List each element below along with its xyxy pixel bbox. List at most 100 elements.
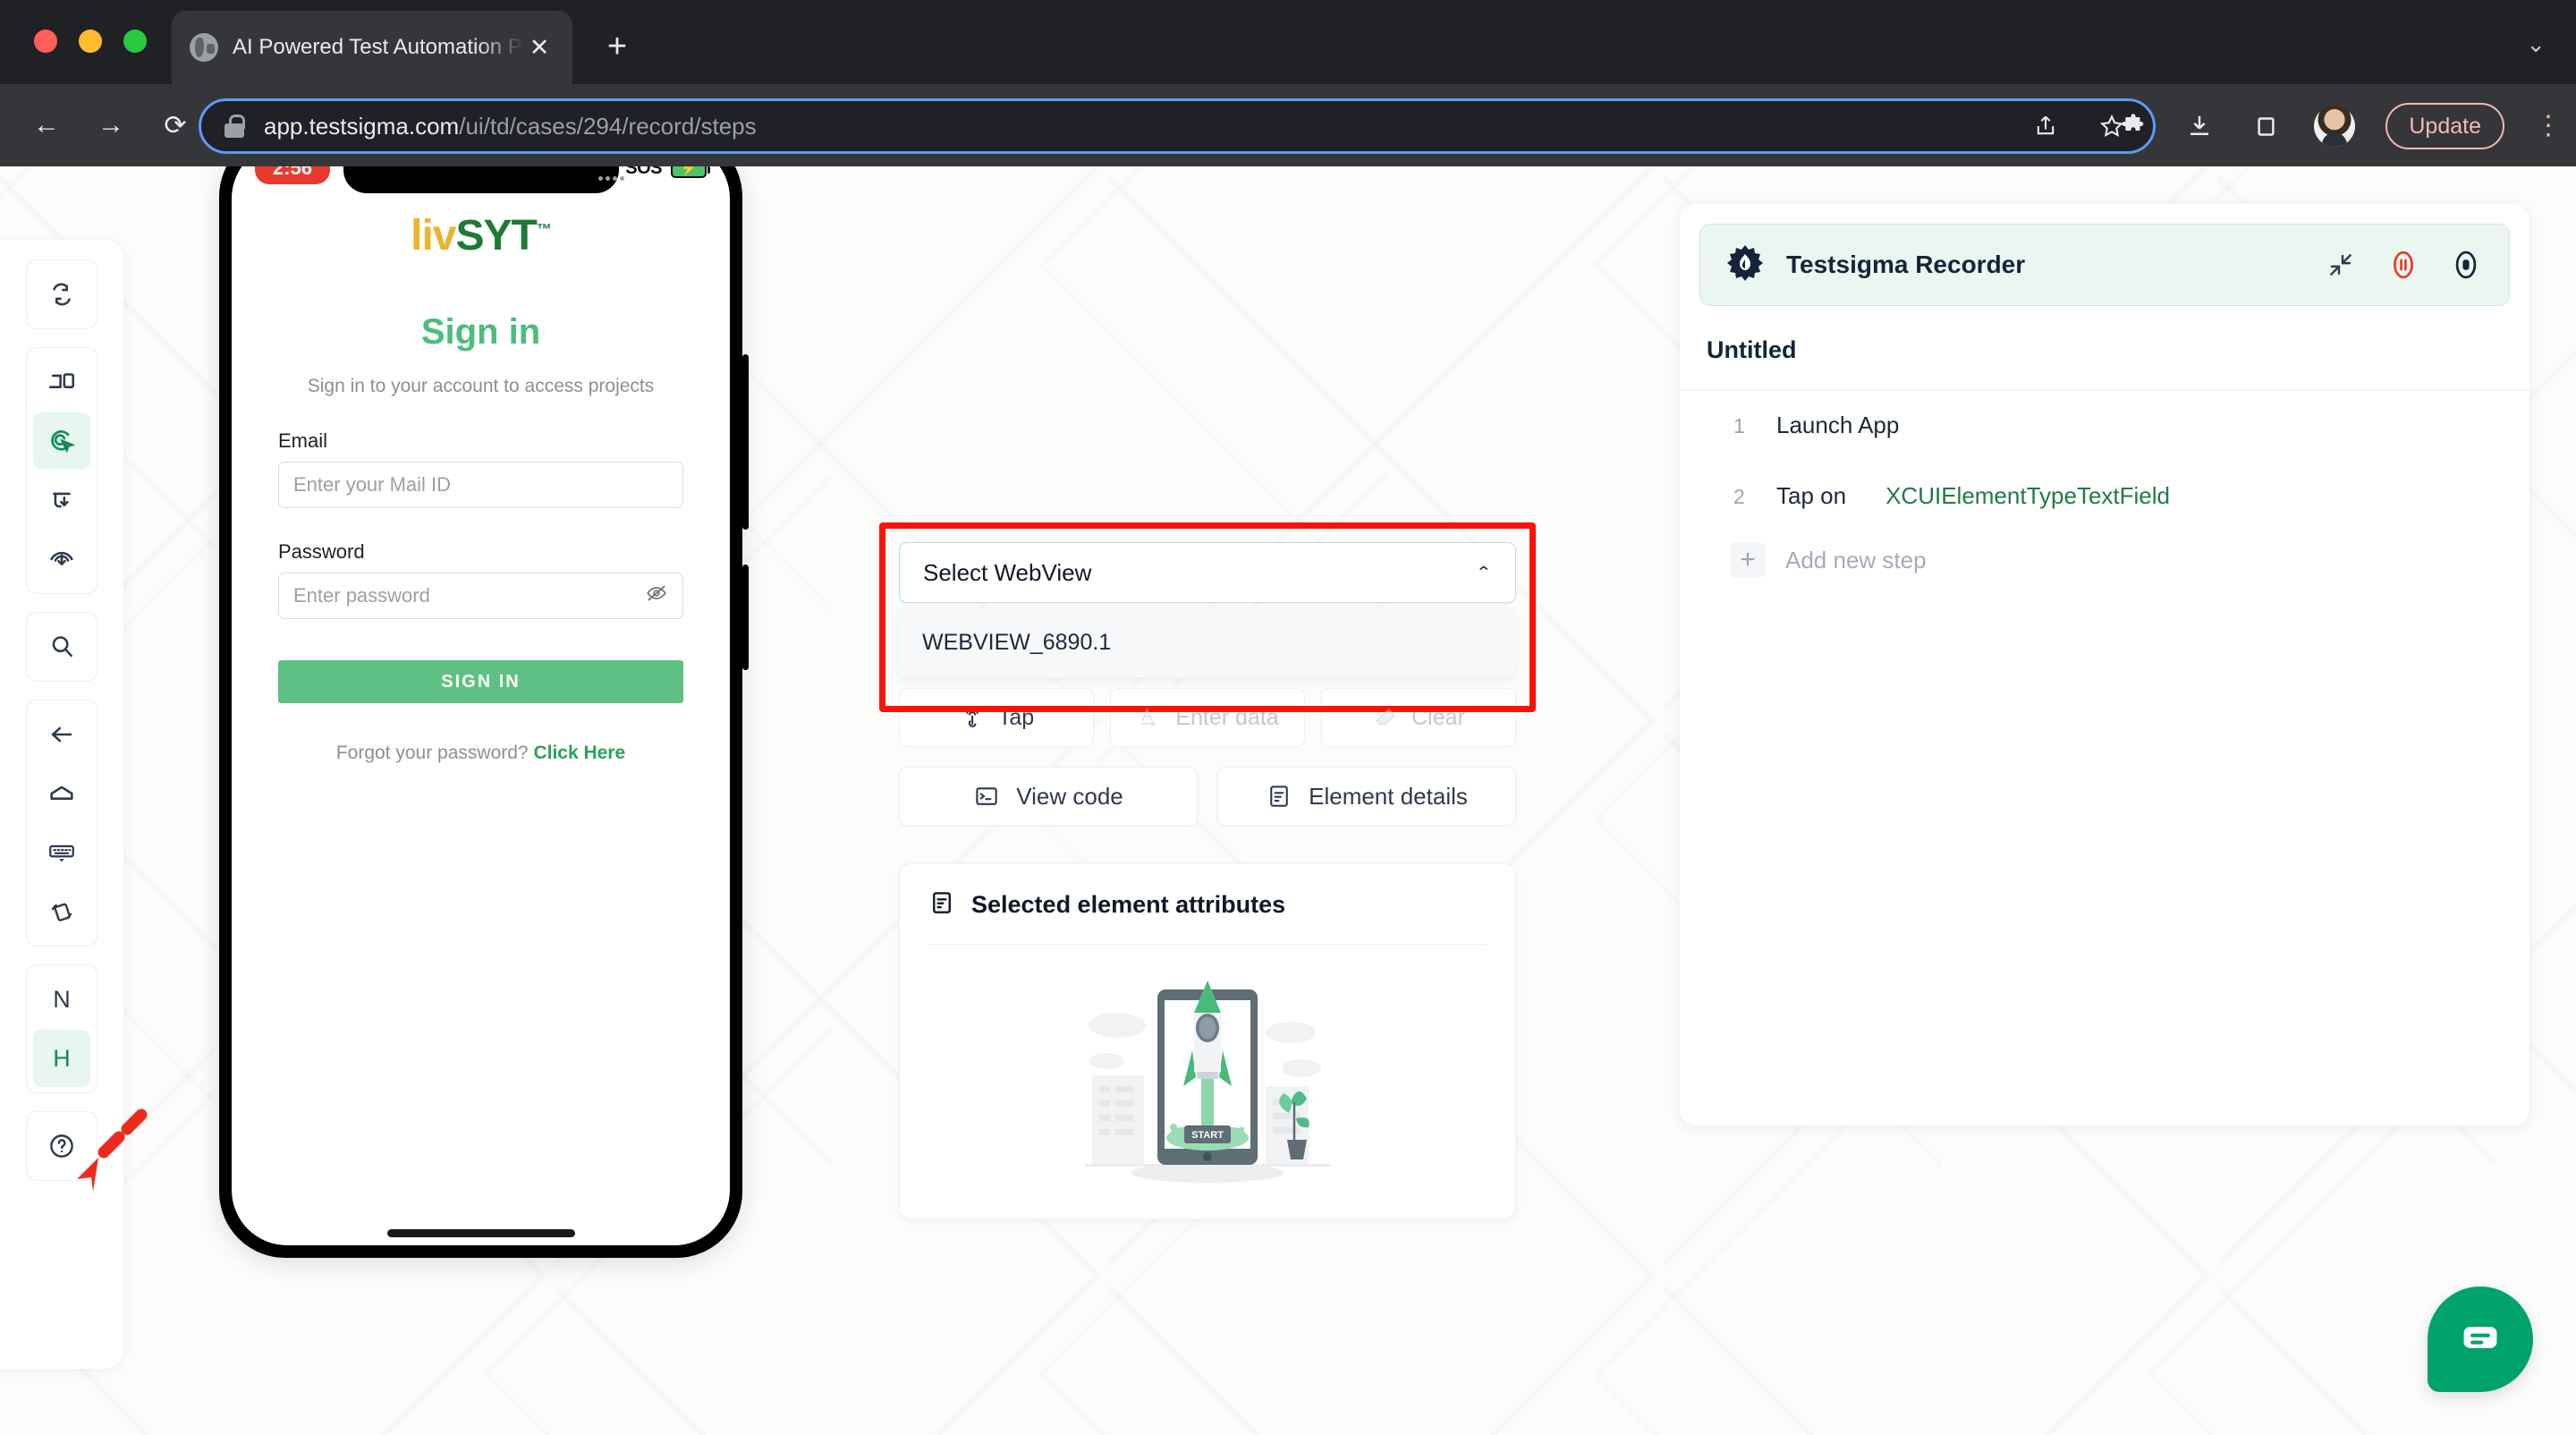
forgot-password-prefix: Forgot your password? xyxy=(335,743,534,763)
pause-recording-button[interactable] xyxy=(2384,245,2423,284)
step-row[interactable]: 2 Tap on XCUIElementTypeTextField xyxy=(1699,461,2510,531)
password-placeholder: Enter password xyxy=(293,584,430,607)
phone-volume-button xyxy=(742,354,749,530)
logo-tm: ™ xyxy=(536,221,552,238)
status-time: 2:56 xyxy=(255,166,331,184)
step-action: Launch App xyxy=(1776,412,1900,439)
phone-status-bar: 2:56 SOS ⚡ xyxy=(232,166,730,193)
logo-syt: SYT xyxy=(455,212,538,259)
sidebar-item-refresh[interactable] xyxy=(33,266,90,323)
tool-group-navigation xyxy=(26,700,97,947)
sos-indicator: SOS xyxy=(625,166,662,178)
email-field[interactable]: Enter your Mail ID xyxy=(278,462,683,508)
extensions-puzzle-icon[interactable] xyxy=(2115,108,2151,144)
sidebar-item-back[interactable] xyxy=(33,706,90,763)
signin-submit-label: SIGN IN xyxy=(441,671,521,692)
close-tab-button[interactable]: ✕ xyxy=(524,32,555,63)
window-controls[interactable] xyxy=(34,30,147,53)
sidebar-item-swipe[interactable] xyxy=(33,471,90,529)
selected-element-attributes-card: Selected element attributes START xyxy=(899,863,1516,1220)
view-code-button[interactable]: View code xyxy=(899,767,1198,826)
home-indicator xyxy=(386,1229,575,1237)
add-new-step-button[interactable]: + Add new step xyxy=(1699,531,2510,589)
phone-power-button xyxy=(742,565,749,670)
address-bar[interactable]: app.testsigma.com/ui/td/cases/294/record… xyxy=(199,98,2156,154)
phone-screen[interactable]: 2:56 SOS ⚡ livSYT™ Sign in Sign in to yo… xyxy=(232,166,730,1245)
sidebar-item-native-mode[interactable]: N xyxy=(33,971,90,1028)
email-label: Email xyxy=(278,429,328,452)
update-button[interactable]: Update xyxy=(2385,103,2504,149)
native-mode-label: N xyxy=(53,985,71,1013)
webview-select-trigger[interactable]: Select WebView ⌃ xyxy=(899,542,1516,603)
view-code-label: View code xyxy=(1016,782,1123,810)
toggle-password-visibility-icon[interactable] xyxy=(645,582,668,610)
recorder-test-name[interactable]: Untitled xyxy=(1707,336,2510,364)
device-preview-phone: 2:56 SOS ⚡ livSYT™ Sign in Sign in to yo… xyxy=(219,166,749,1258)
back-button[interactable]: ← xyxy=(23,102,70,149)
empty-state-illustration: START xyxy=(928,945,1487,1188)
webview-option-item[interactable]: WEBVIEW_6890.1 xyxy=(899,623,1516,663)
maximize-window-button[interactable] xyxy=(123,30,147,53)
webview-select-value: Select WebView xyxy=(923,558,1092,586)
element-action-row: Tap Enter data Clear xyxy=(899,688,1516,747)
tool-group-interaction xyxy=(26,347,97,594)
url-text: app.testsigma.com/ui/td/cases/294/record… xyxy=(264,113,757,140)
clear-action-button[interactable]: Clear xyxy=(1321,688,1516,747)
chat-support-button[interactable] xyxy=(2428,1286,2533,1392)
new-tab-button[interactable]: + xyxy=(597,29,637,68)
step-row[interactable]: 1 Launch App xyxy=(1699,390,2510,461)
sidepanel-icon[interactable] xyxy=(2248,108,2284,144)
sidebar-item-keyboard[interactable] xyxy=(33,824,90,881)
browser-tab[interactable]: AI Powered Test Automation Platform ✕ xyxy=(172,11,572,84)
step-number: 1 xyxy=(1733,414,1745,438)
webview-options-menu: WEBVIEW_6890.1 xyxy=(899,608,1516,677)
close-window-button[interactable] xyxy=(34,30,57,53)
sidebar-item-rotate[interactable] xyxy=(33,883,90,940)
recorder-header: Testsigma Recorder xyxy=(1699,224,2510,306)
element-details-label: Element details xyxy=(1309,782,1468,810)
minimize-window-button[interactable] xyxy=(79,30,102,53)
annotation-arrow xyxy=(52,1106,150,1209)
url-path: /ui/td/cases/294/record/steps xyxy=(459,112,757,140)
sidebar-item-hybrid-mode[interactable]: H xyxy=(33,1030,90,1087)
sidebar-item-inspect-element[interactable] xyxy=(33,412,90,470)
collapse-arrows-icon[interactable] xyxy=(2321,245,2360,284)
forward-button[interactable]: → xyxy=(88,102,134,149)
webview-dropdown: Select WebView ⌃ WEBVIEW_6890.1 xyxy=(879,522,1536,712)
sidebar-item-search[interactable] xyxy=(33,618,90,675)
tab-strip: AI Powered Test Automation Platform ✕ + … xyxy=(0,0,2576,84)
battery-charging-icon: ⚡ xyxy=(671,166,710,178)
downloads-icon[interactable] xyxy=(2182,108,2217,144)
element-details-button[interactable]: Element details xyxy=(1217,767,1516,826)
enter-data-action-button[interactable]: Enter data xyxy=(1110,688,1305,747)
signin-submit-button[interactable]: SIGN IN xyxy=(278,660,683,703)
forgot-password-link[interactable]: Click Here xyxy=(533,743,625,763)
chat-bubble-icon xyxy=(2457,1314,2504,1365)
tool-group-mode: N H xyxy=(26,964,97,1093)
tool-group-refresh xyxy=(26,259,97,329)
tab-search-chevron-down-icon[interactable]: ⌄ xyxy=(2526,30,2546,58)
rocket-launch-illustration: START xyxy=(1085,981,1330,1184)
signin-subheading: Sign in to your account to access projec… xyxy=(307,376,655,396)
mobile-app-signin-screen: livSYT™ Sign in Sign in to your account … xyxy=(232,166,730,764)
sidebar-item-home[interactable] xyxy=(33,765,90,822)
sidebar-item-scroll[interactable] xyxy=(33,531,90,588)
profile-avatar[interactable] xyxy=(2314,106,2356,147)
password-field[interactable]: Enter password xyxy=(278,573,683,619)
reload-button[interactable]: ⟳ xyxy=(152,102,199,149)
tab-title: AI Powered Test Automation Platform xyxy=(233,35,524,59)
tool-group-search xyxy=(26,612,97,682)
hybrid-mode-label: H xyxy=(53,1044,71,1072)
tap-action-button[interactable]: Tap xyxy=(899,688,1094,747)
update-button-label: Update xyxy=(2409,113,2481,139)
share-icon[interactable] xyxy=(2028,108,2063,144)
sidebar-item-device-view[interactable] xyxy=(33,353,90,411)
browser-menu-button[interactable]: ⋮ xyxy=(2535,113,2562,139)
forgot-password-text: Forgot your password? Click Here xyxy=(278,743,683,764)
email-placeholder: Enter your Mail ID xyxy=(293,473,452,496)
globe-favicon-icon xyxy=(190,33,218,62)
plus-icon: + xyxy=(1730,542,1766,579)
toolbar-right-actions: Update ⋮ xyxy=(2115,98,2562,154)
add-new-step-label: Add new step xyxy=(1785,546,1927,573)
stop-recording-button[interactable] xyxy=(2446,245,2486,284)
